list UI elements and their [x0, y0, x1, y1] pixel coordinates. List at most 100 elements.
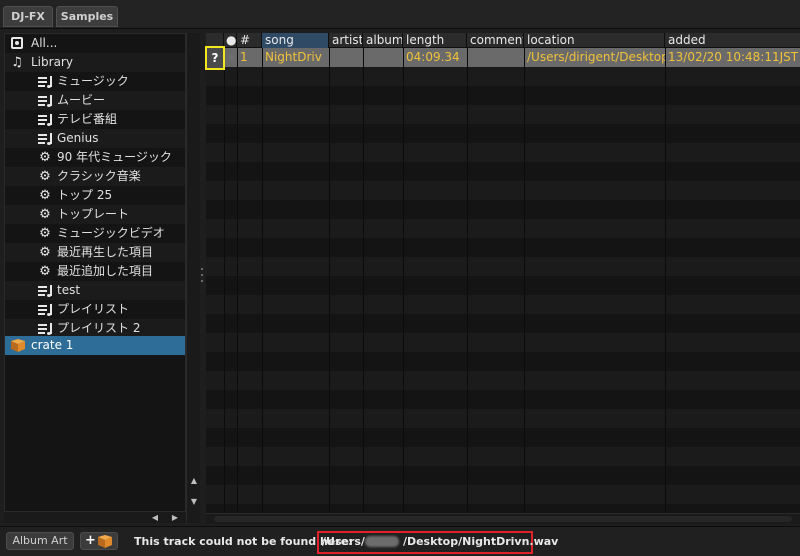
music-note-icon: ♫	[11, 55, 23, 70]
sidebar-item-library[interactable]: ♫ Library	[5, 53, 185, 72]
empty-row	[206, 219, 800, 238]
column-header-location[interactable]: location	[524, 33, 665, 48]
sidebar-item-label: ムービー	[57, 93, 106, 107]
playlist-icon	[38, 323, 52, 335]
missing-path-highlight: /Users//Desktop/NightDrivn.wav	[317, 531, 558, 554]
empty-row	[206, 371, 800, 390]
column-header-length[interactable]: length	[403, 33, 467, 48]
crate-icon	[98, 535, 112, 548]
column-header-status[interactable]: ●	[224, 33, 237, 48]
gear-icon: ⚙	[39, 188, 51, 203]
sidebar-item-classical[interactable]: ⚙ クラシック音楽	[5, 167, 185, 186]
bottom-status-bar: Album Art + This track could not be foun…	[0, 526, 800, 556]
sidebar-item-recently-added[interactable]: ⚙ 最近追加した項目	[5, 262, 185, 281]
column-header-number[interactable]: #	[237, 33, 262, 48]
missing-file-badge[interactable]: ?	[205, 46, 225, 70]
empty-row	[206, 504, 800, 513]
sidebar-item-music-videos[interactable]: ⚙ ミュージックビデオ	[5, 224, 185, 243]
empty-row	[206, 333, 800, 352]
gear-icon: ⚙	[39, 207, 51, 222]
column-divider	[403, 48, 404, 513]
table-horizontal-scrollbar[interactable]	[206, 513, 800, 524]
sidebar-item-label: Library	[31, 55, 73, 69]
track-comment	[467, 48, 524, 67]
empty-row	[206, 200, 800, 219]
playlist-icon	[38, 304, 52, 316]
sidebar-item-music[interactable]: ミュージック	[5, 72, 185, 91]
empty-row	[206, 314, 800, 333]
empty-row	[206, 238, 800, 257]
column-header-song[interactable]: song	[262, 33, 329, 48]
sidebar-item-top-rated[interactable]: ⚙ トップレート	[5, 205, 185, 224]
sidebar-scrollbar[interactable]: ▲ ▼	[186, 33, 200, 523]
column-divider	[363, 48, 364, 513]
column-header-added[interactable]: added	[665, 33, 800, 48]
playlist-icon	[38, 95, 52, 107]
sidebar-item-movies[interactable]: ムービー	[5, 91, 185, 110]
sidebar-item-playlist[interactable]: プレイリスト	[5, 300, 185, 319]
tab-samples[interactable]: Samples	[56, 6, 118, 27]
sidebar-item-label: All...	[31, 36, 58, 50]
playlist-icon	[38, 114, 52, 126]
sidebar-item-label: ミュージック	[57, 74, 129, 88]
redacted-username	[365, 536, 399, 547]
column-divider	[262, 48, 263, 513]
empty-row	[206, 143, 800, 162]
column-header-comment[interactable]: comment	[467, 33, 524, 48]
empty-row	[206, 86, 800, 105]
playlist-icon	[38, 285, 52, 297]
album-art-button[interactable]: Album Art	[6, 532, 74, 550]
gear-icon: ⚙	[39, 245, 51, 260]
tab-dj-fx[interactable]: DJ-FX	[3, 6, 53, 27]
crate-icon	[11, 339, 25, 352]
empty-row	[206, 124, 800, 143]
column-divider	[665, 48, 666, 513]
sidebar-item-top-25[interactable]: ⚙ トップ 25	[5, 186, 185, 205]
column-header-album[interactable]: album	[363, 33, 403, 48]
sidebar-item-crate-1[interactable]: crate 1	[5, 336, 185, 355]
sidebar-item-all[interactable]: All...	[5, 34, 185, 53]
track-length: 04:09.34	[406, 50, 460, 64]
gear-icon: ⚙	[39, 150, 51, 165]
top-tab-bar: DJ-FX Samples	[0, 0, 800, 29]
sidebar-item-label: プレイリスト	[57, 302, 130, 316]
sidebar-item-90s-music[interactable]: ⚙ 90 年代ミュージック	[5, 148, 185, 167]
all-icon	[11, 37, 23, 49]
playlist-icon	[38, 76, 52, 88]
scroll-down-arrow-icon[interactable]: ▼	[187, 497, 201, 507]
sidebar-item-recently-played[interactable]: ⚙ 最近再生した項目	[5, 243, 185, 262]
sidebar-item-label: crate 1	[31, 338, 74, 352]
empty-row	[206, 447, 800, 466]
sidebar-item-label: Genius	[57, 131, 99, 145]
sidebar-item-label: ミュージックビデオ	[57, 226, 165, 240]
scroll-right-arrow-icon[interactable]: ▶	[168, 513, 182, 523]
scroll-left-arrow-icon[interactable]: ◀	[148, 513, 162, 523]
sidebar-item-genius[interactable]: Genius	[5, 129, 185, 148]
empty-row	[206, 409, 800, 428]
add-crate-button[interactable]: +	[80, 532, 118, 550]
empty-row	[206, 295, 800, 314]
status-dot-icon	[228, 54, 234, 60]
sidebar-item-label: クラシック音楽	[57, 169, 141, 183]
sidebar-item-test[interactable]: test	[5, 281, 185, 300]
empty-row	[206, 105, 800, 124]
empty-row	[206, 67, 800, 86]
track-number: 1	[240, 50, 248, 64]
column-divider	[329, 48, 330, 513]
empty-row	[206, 428, 800, 447]
empty-row	[206, 466, 800, 485]
panel-splitter-handle[interactable]	[201, 268, 204, 290]
sidebar-item-label: トップレート	[57, 207, 130, 221]
column-header-artist[interactable]: artist	[329, 33, 363, 48]
column-divider	[224, 48, 225, 513]
track-added: 13/02/20 10:48:11JST	[668, 50, 799, 64]
track-album	[363, 48, 403, 67]
table-row[interactable]: 1 NightDriv 04:09.34 /Users/dirigent/Des…	[206, 48, 800, 67]
library-sidebar: All... ♫ Library ミュージック ムービー テレビ番組 Geniu…	[4, 33, 186, 523]
scroll-up-arrow-icon[interactable]: ▲	[187, 476, 201, 486]
track-artist	[329, 48, 363, 67]
sidebar-item-tv-shows[interactable]: テレビ番組	[5, 110, 185, 129]
sidebar-item-label: 90 年代ミュージック	[57, 150, 172, 164]
sidebar-horizontal-scrollbar[interactable]: ◀ ▶	[4, 511, 186, 523]
track-table: ● # song artist album length comment loc…	[206, 33, 800, 513]
